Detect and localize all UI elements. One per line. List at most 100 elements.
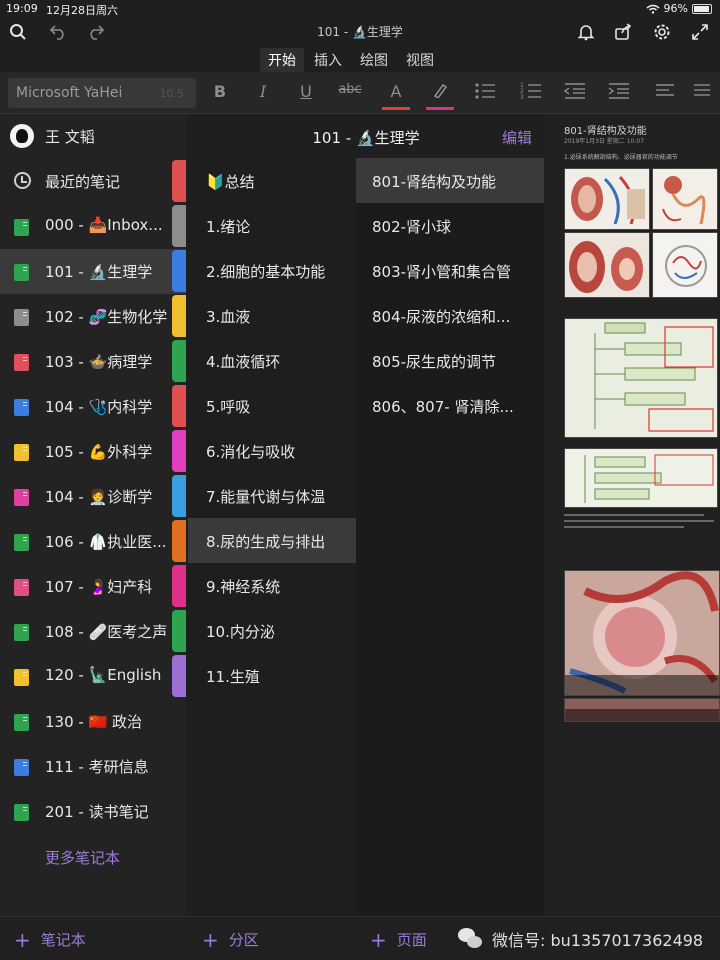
status-right: 96% (646, 2, 712, 15)
notebook-item[interactable]: 120 - 🗽English (0, 654, 186, 699)
section-color-tab[interactable] (172, 475, 186, 517)
section-color-tab[interactable] (172, 655, 186, 697)
notebook-item[interactable]: 104 - 🩺内科学 (0, 384, 186, 429)
notebook-icon (14, 714, 29, 731)
notebook-item[interactable]: 000 - 📥Inbox... (0, 204, 186, 249)
add-notebook-button[interactable]: + 笔记本 (14, 929, 86, 950)
tab-draw[interactable]: 绘图 (352, 48, 396, 72)
bell-icon[interactable] (574, 20, 598, 44)
notebook-icon (14, 444, 29, 461)
mindmap-image-2 (564, 448, 718, 508)
page-item[interactable]: 801-肾结构及功能 (356, 158, 544, 203)
page-item[interactable]: 802-肾小球 (356, 203, 544, 248)
mindmap-image-1 (564, 318, 718, 438)
preview-caption-lines (564, 514, 714, 532)
font-picker[interactable]: Microsoft YaHei 10.5 (8, 78, 196, 108)
section-color-tab[interactable] (172, 610, 186, 652)
indent-icon[interactable] (606, 82, 632, 104)
notebook-item[interactable]: 201 - 读书笔记 (0, 789, 186, 834)
font-size: 10.5 (159, 87, 185, 100)
edit-button[interactable]: 编辑 (502, 127, 532, 148)
section-item[interactable]: 1.绪论 (188, 203, 356, 248)
settings-gear-icon[interactable] (650, 20, 674, 44)
section-label: 1.绪论 (206, 218, 251, 236)
section-color-tab[interactable] (172, 160, 186, 202)
section-item[interactable]: 2.细胞的基本功能 (188, 248, 356, 293)
section-item[interactable]: 8.尿的生成与排出 (188, 518, 356, 563)
page-label: 804-尿液的浓缩和... (372, 308, 511, 326)
add-page-label: 页面 (396, 931, 427, 949)
share-icon[interactable] (611, 20, 635, 44)
notebook-item[interactable]: 106 - 🥼执业医... (0, 519, 186, 564)
section-item[interactable]: 10.内分泌 (188, 608, 356, 653)
add-page-button[interactable]: + 页面 (370, 929, 427, 950)
section-color-tab[interactable] (172, 295, 186, 337)
section-color-tab[interactable] (172, 565, 186, 607)
section-item[interactable]: 🔰总结 (188, 158, 356, 203)
notebook-item[interactable]: 104 - 🧑‍⚕️诊断学 (0, 474, 186, 519)
avatar[interactable] (10, 124, 34, 148)
section-label: 10.内分泌 (206, 623, 275, 641)
notebook-item[interactable]: 111 - 考研信息 (0, 744, 186, 789)
fullscreen-icon[interactable] (688, 20, 712, 44)
underline-button[interactable]: U (293, 82, 319, 104)
page-preview[interactable]: 801-肾结构及功能 2019年1月3日 星期二 10:07 1.泌尿系统解剖结… (544, 114, 720, 916)
page-item[interactable]: 804-尿液的浓缩和... (356, 293, 544, 338)
notebook-icon (14, 399, 29, 416)
numbered-list-icon[interactable]: 123 (518, 82, 544, 104)
page-item[interactable]: 806、807- 肾清除... (356, 383, 544, 428)
section-item[interactable]: 7.能量代谢与体温 (188, 473, 356, 518)
section-color-tab[interactable] (172, 205, 186, 247)
section-color-tab[interactable] (172, 385, 186, 427)
tab-home[interactable]: 开始 (260, 48, 304, 72)
notebook-label: 107 - 🤰妇产科 (45, 578, 153, 596)
notebook-icon (14, 264, 29, 281)
section-item[interactable]: 4.血液循环 (188, 338, 356, 383)
notebook-item[interactable]: 108 - 🩹医考之声 (0, 609, 186, 654)
section-label: 4.血液循环 (206, 353, 281, 371)
notebook-icon (14, 489, 29, 506)
tab-insert[interactable]: 插入 (306, 48, 350, 72)
section-color-tab[interactable] (172, 340, 186, 382)
italic-button[interactable]: I (250, 82, 276, 104)
page-label: 802-肾小球 (372, 218, 452, 236)
section-item[interactable]: 5.呼吸 (188, 383, 356, 428)
font-name: Microsoft YaHei (16, 85, 123, 101)
notebook-label: 000 - 📥Inbox... (45, 216, 163, 234)
account-header[interactable]: 王 文韬 (0, 114, 186, 158)
bold-button[interactable]: B (207, 82, 233, 104)
notebook-item[interactable]: 107 - 🤰妇产科 (0, 564, 186, 609)
highlight-button[interactable] (426, 82, 454, 110)
tab-view[interactable]: 视图 (398, 48, 442, 72)
page-label: 801-肾结构及功能 (372, 173, 497, 191)
section-item[interactable]: 11.生殖 (188, 653, 356, 698)
page-item[interactable]: 805-尿生成的调节 (356, 338, 544, 383)
kidney-diagram-image (564, 168, 650, 230)
section-item[interactable]: 9.神经系统 (188, 563, 356, 608)
section-item[interactable]: 6.消化与吸收 (188, 428, 356, 473)
align-icon[interactable] (652, 82, 678, 104)
font-color-button[interactable]: A (382, 82, 410, 110)
notebook-item[interactable]: 105 - 💪外科学 (0, 429, 186, 474)
page-item[interactable]: 803-肾小管和集合管 (356, 248, 544, 293)
outdent-icon[interactable] (562, 82, 588, 104)
user-name: 王 文韬 (45, 128, 95, 146)
notebook-icon (14, 534, 29, 551)
bullet-list-icon[interactable] (472, 82, 498, 104)
add-section-button[interactable]: + 分区 (202, 929, 259, 950)
section-color-tab[interactable] (172, 520, 186, 562)
nephron-diagram-image (652, 168, 718, 230)
section-item[interactable]: 3.血液 (188, 293, 356, 338)
section-color-tab[interactable] (172, 250, 186, 292)
notebook-item[interactable]: 101 - 🔬生理学 (0, 249, 186, 294)
page-label: 803-肾小管和集合管 (372, 263, 512, 281)
strikethrough-button[interactable]: abc (336, 82, 364, 104)
notebook-item[interactable]: 102 - 🧬生物化学 (0, 294, 186, 339)
recent-notes-label: 最近的笔记 (45, 173, 121, 191)
recent-notes-item[interactable]: 最近的笔记 (0, 159, 186, 204)
notebook-item[interactable]: 103 - 🍲病理学 (0, 339, 186, 384)
more-notebooks-link[interactable]: 更多笔记本 (45, 847, 120, 868)
notebook-item[interactable]: 130 - 🇨🇳 政治 (0, 699, 186, 744)
section-color-tab[interactable] (172, 430, 186, 472)
more-format-icon[interactable] (692, 82, 712, 104)
